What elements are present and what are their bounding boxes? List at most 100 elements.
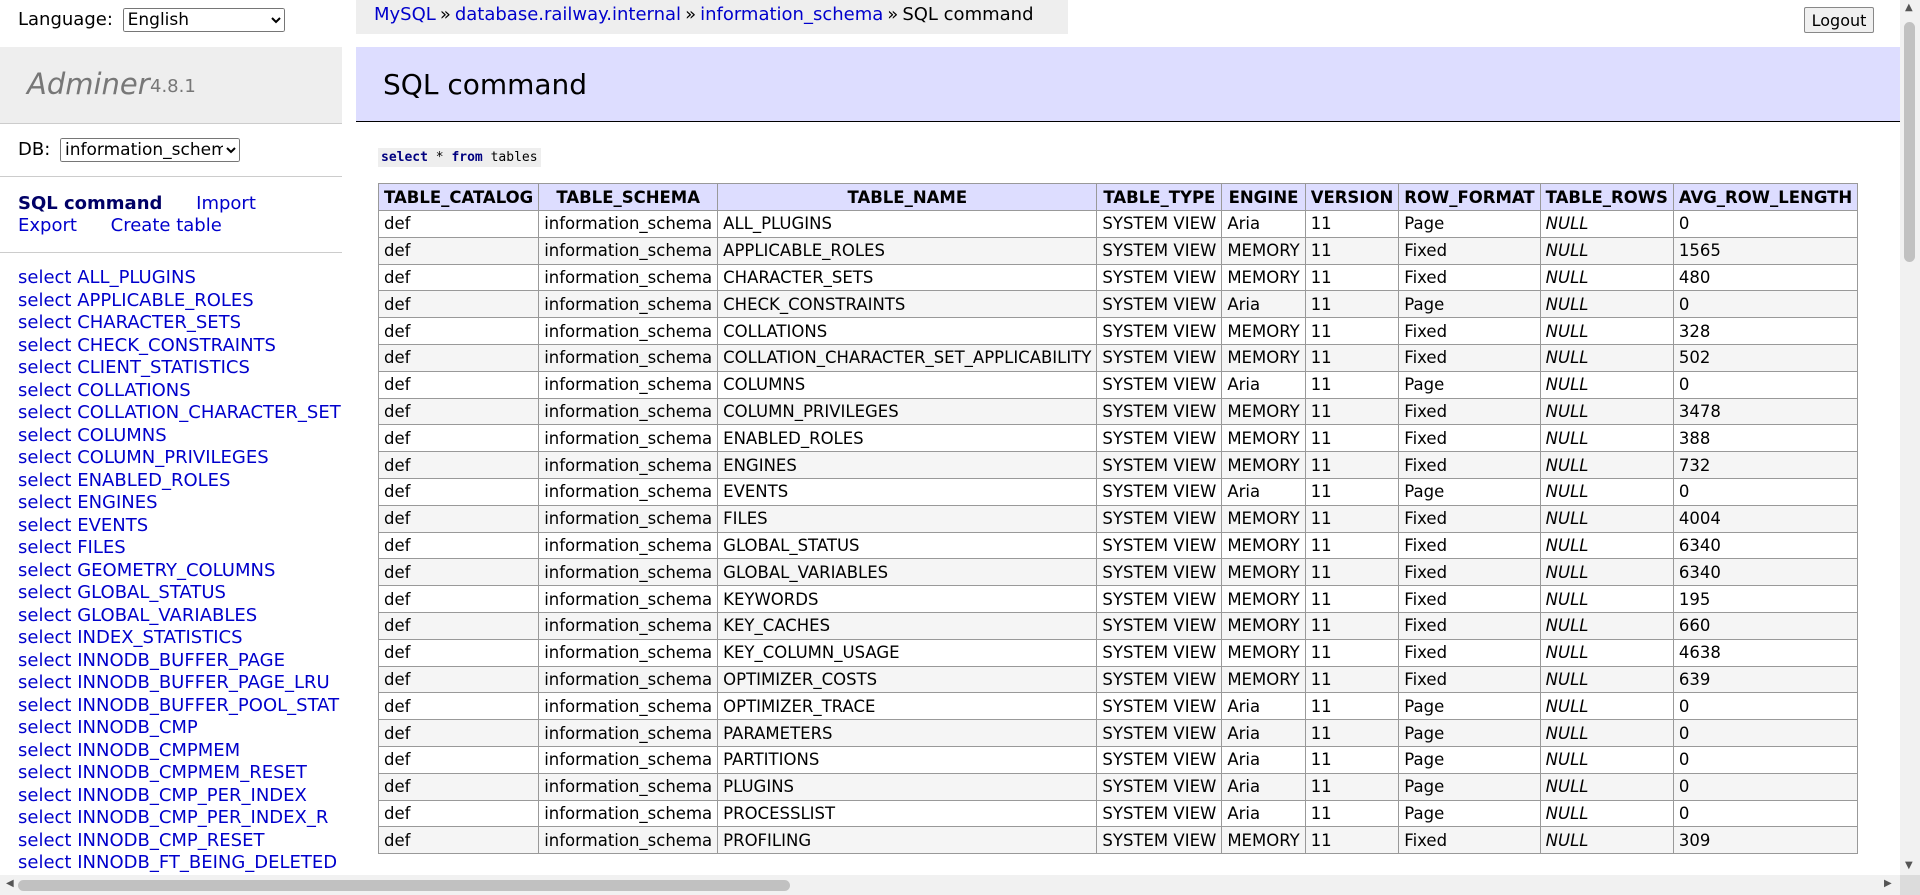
table-cell: 11	[1304, 826, 1400, 855]
table-list-item: select ALL_PLUGINS	[18, 267, 342, 290]
db-label: DB:	[18, 139, 51, 160]
select-table-link[interactable]: select COLLATIONS	[18, 380, 191, 401]
scroll-up-icon[interactable]: ▲	[1905, 2, 1913, 13]
table-cell: MEMORY	[1221, 585, 1306, 613]
result-table: TABLE_CATALOG TABLE_SCHEMA TABLE_NAME TABLE…	[378, 183, 1859, 855]
table-cell: Fixed	[1398, 343, 1541, 372]
table-cell: 0	[1672, 799, 1859, 828]
table-cell: MEMORY	[1221, 531, 1306, 560]
table-list-item: select COLLATIONS	[18, 380, 342, 403]
db-actions: SQL command Import Export Create table	[18, 193, 338, 237]
select-table-link[interactable]: select GLOBAL_STATUS	[18, 582, 226, 603]
adminer-logo-link[interactable]: Adminer	[27, 67, 150, 101]
table-cell: SYSTEM VIEW	[1096, 799, 1223, 828]
table-cell: Aria	[1221, 370, 1306, 399]
select-table-link[interactable]: select COLLATION_CHARACTER_SET	[18, 402, 341, 423]
select-table-link[interactable]: select INNODB_BUFFER_PAGE_LRU	[18, 672, 330, 693]
table-cell: Fixed	[1398, 638, 1541, 667]
table-row: def information_schema COLLATIONS SYSTEM VI…	[378, 317, 1859, 345]
logout-button[interactable]: Logout	[1804, 7, 1874, 33]
column-header: ROW_FORMAT	[1398, 183, 1541, 211]
breadcrumb-separator: »	[685, 4, 697, 25]
page-title: SQL command	[383, 68, 588, 101]
sidebar: Language: English Adminer 4.8.1 DB: info…	[0, 0, 342, 875]
table-cell: ENABLED_ROLES	[717, 424, 1098, 453]
horizontal-scrollbar[interactable]: ◀ ▶	[0, 875, 1900, 895]
table-cell: SYSTEM VIEW	[1096, 692, 1223, 721]
table-cell: 0	[1672, 719, 1859, 747]
select-table-link[interactable]: select INNODB_CMP_RESET	[18, 830, 264, 851]
select-table-link[interactable]: select COLUMN_PRIVILEGES	[18, 447, 269, 468]
scroll-down-icon[interactable]: ▼	[1905, 860, 1913, 871]
select-table-link[interactable]: select GLOBAL_VARIABLES	[18, 605, 257, 626]
select-table-link[interactable]: select CHARACTER_SETS	[18, 312, 241, 333]
select-table-link[interactable]: select CHECK_CONSTRAINTS	[18, 335, 276, 356]
select-table-link[interactable]: select EVENTS	[18, 515, 148, 536]
import-link[interactable]: Import	[196, 193, 256, 214]
select-table-link[interactable]: select INNODB_CMPMEM	[18, 740, 240, 761]
table-cell: information_schema	[538, 343, 719, 372]
table-cell: 11	[1304, 772, 1400, 801]
vertical-scrollbar[interactable]: ▲ ▼	[1900, 0, 1920, 875]
select-table-link[interactable]: select ENABLED_ROLES	[18, 470, 230, 491]
table-cell: PROCESSLIST	[717, 799, 1098, 828]
table-cell: 11	[1304, 665, 1400, 694]
db-select[interactable]: information_schema	[60, 138, 241, 162]
table-row: def information_schema KEY_CACHES SYSTEM VI…	[378, 611, 1859, 640]
select-table-link[interactable]: select INNODB_BUFFER_POOL_STAT	[18, 695, 339, 716]
select-table-link[interactable]: select INDEX_STATISTICS	[18, 627, 243, 648]
vertical-scroll-thumb[interactable]	[1904, 22, 1915, 262]
language-select[interactable]: English	[122, 8, 285, 32]
table-cell: MEMORY	[1221, 558, 1306, 587]
table-cell: def	[378, 531, 540, 560]
table-cell: SYSTEM VIEW	[1096, 370, 1223, 399]
select-table-link[interactable]: select INNODB_CMP_PER_INDEX_R	[18, 807, 328, 828]
table-cell: def	[378, 317, 540, 345]
table-cell: def	[378, 290, 540, 319]
table-list-item: select INNODB_CMP	[18, 717, 342, 740]
horizontal-scroll-thumb[interactable]	[18, 880, 790, 891]
export-link[interactable]: Export	[18, 215, 77, 236]
table-cell: SYSTEM VIEW	[1096, 343, 1223, 372]
table-cell: SYSTEM VIEW	[1096, 317, 1223, 345]
select-table-link[interactable]: select INNODB_CMPMEM_RESET	[18, 762, 307, 783]
table-cell: SYSTEM VIEW	[1096, 719, 1223, 747]
select-table-link[interactable]: select APPLICABLE_ROLES	[18, 290, 254, 311]
select-table-link[interactable]: select CLIENT_STATISTICS	[18, 357, 250, 378]
select-table-link[interactable]: select ENGINES	[18, 492, 158, 513]
table-cell: Aria	[1221, 799, 1306, 828]
select-table-link[interactable]: select INNODB_BUFFER_PAGE	[18, 650, 285, 671]
select-table-link[interactable]: select COLUMNS	[18, 425, 167, 446]
scroll-left-icon[interactable]: ◀	[6, 878, 14, 889]
scroll-right-icon[interactable]: ▶	[1884, 878, 1892, 889]
table-cell: def	[378, 504, 540, 533]
table-cell: CHARACTER_SETS	[717, 263, 1098, 292]
breadcrumb-mysql[interactable]: MySQL	[374, 4, 436, 25]
sql-command-link[interactable]: SQL command	[18, 193, 162, 214]
table-cell: MEMORY	[1221, 397, 1306, 426]
table-cell: information_schema	[538, 692, 719, 721]
create-table-link[interactable]: Create table	[111, 215, 222, 236]
select-table-link[interactable]: select ALL_PLUGINS	[18, 267, 196, 288]
table-cell: Page	[1398, 210, 1541, 238]
table-cell: OPTIMIZER_COSTS	[717, 665, 1098, 694]
table-cell: Page	[1398, 772, 1541, 801]
table-cell: NULL	[1539, 477, 1674, 506]
column-header: ENGINE	[1221, 183, 1306, 211]
breadcrumb-server[interactable]: database.railway.internal	[455, 4, 681, 25]
scrollbar-corner	[1900, 875, 1920, 895]
column-header: AVG_ROW_LENGTH	[1672, 183, 1859, 211]
select-table-link[interactable]: select INNODB_FT_BEING_DELETED	[18, 852, 337, 873]
select-table-link[interactable]: select GEOMETRY_COLUMNS	[18, 560, 275, 581]
table-cell: 11	[1304, 585, 1400, 613]
table-cell: information_schema	[538, 397, 719, 426]
table-cell: MEMORY	[1221, 451, 1306, 479]
table-row: def information_schema FILES SYSTEM VIEW MEM…	[378, 504, 1859, 533]
table-cell: MEMORY	[1221, 504, 1306, 533]
breadcrumb-database[interactable]: information_schema	[700, 4, 883, 25]
version-label: 4.8.1	[150, 76, 196, 97]
table-cell: GLOBAL_STATUS	[717, 531, 1098, 560]
select-table-link[interactable]: select INNODB_CMP	[18, 717, 198, 738]
select-table-link[interactable]: select FILES	[18, 537, 126, 558]
select-table-link[interactable]: select INNODB_CMP_PER_INDEX	[18, 785, 307, 806]
